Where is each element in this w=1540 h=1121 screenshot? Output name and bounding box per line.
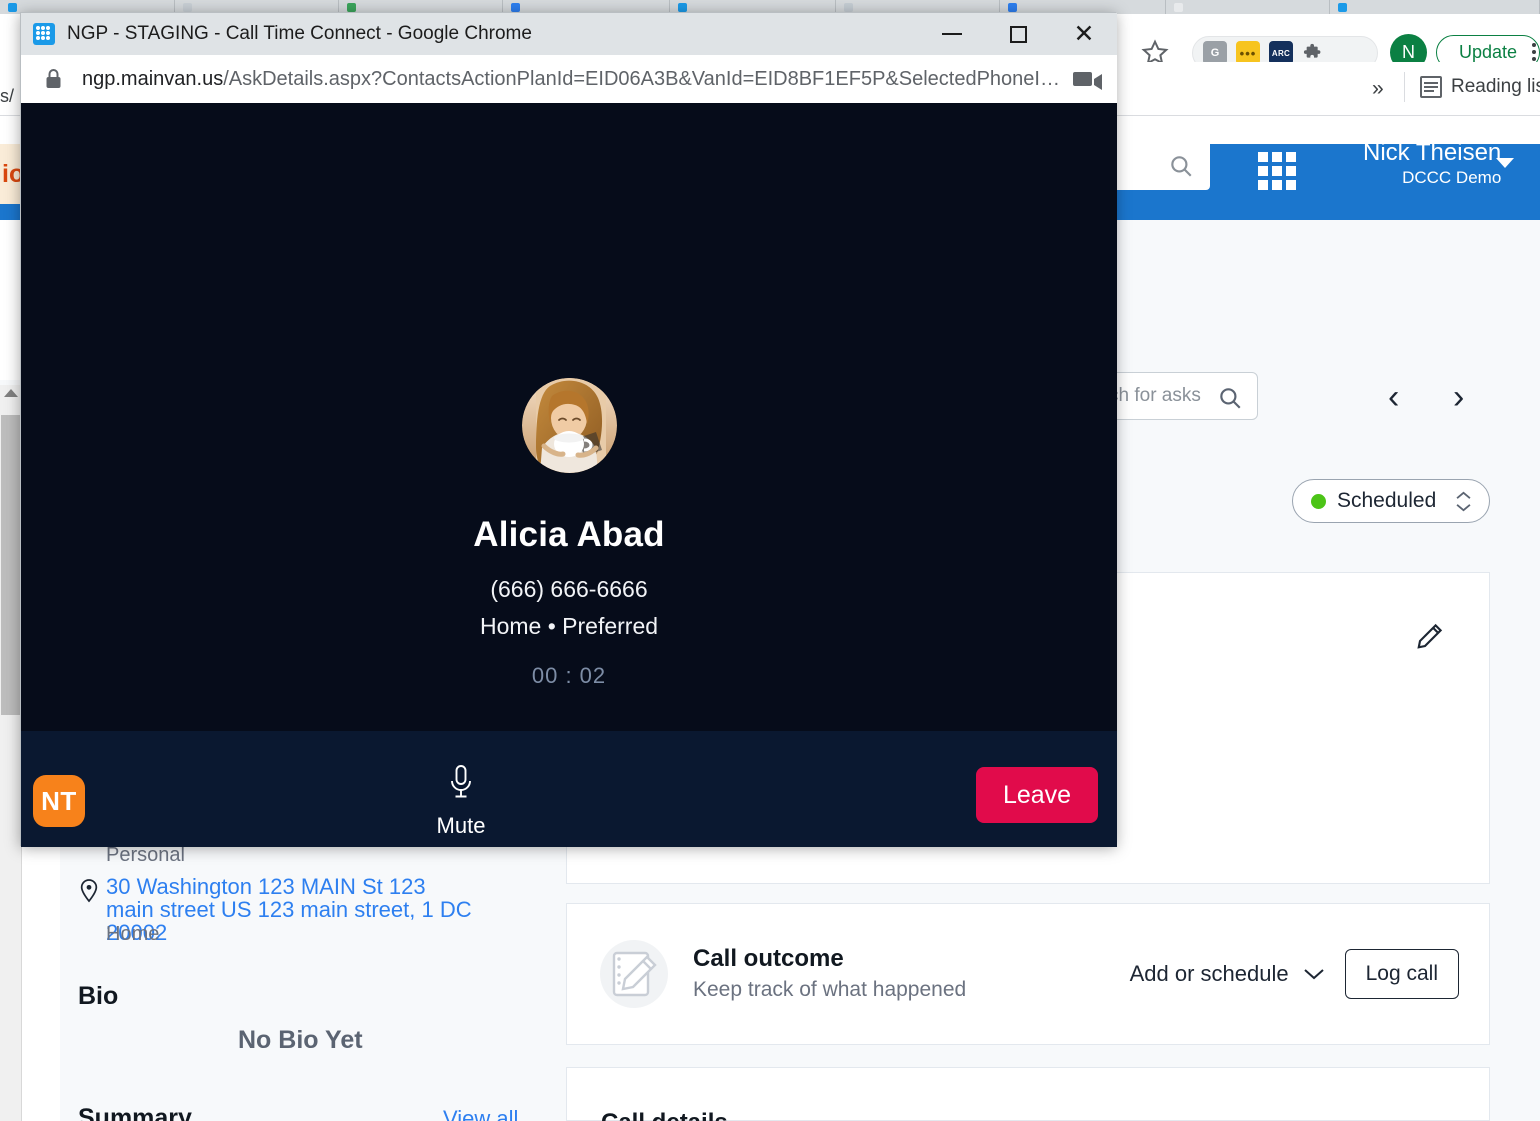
bio-heading: Bio	[78, 982, 119, 1010]
tab-favicon	[183, 3, 192, 12]
call-outcome-actions: Add or schedule Log call	[1130, 949, 1459, 999]
tab-favicon	[1174, 3, 1183, 12]
chevron-down-icon	[1303, 969, 1324, 980]
leave-button[interactable]: Leave	[976, 767, 1098, 823]
reading-list-button[interactable]: Reading lis	[1420, 76, 1540, 98]
call-outcome-card: Call outcome Keep track of what happened…	[566, 903, 1490, 1045]
call-outcome-subtitle: Keep track of what happened	[693, 978, 967, 1001]
summary-heading: Summary	[78, 1104, 192, 1121]
app-user-org: DCCC Demo	[1402, 168, 1502, 187]
screen-root: G ••• ARC N Update s/ » Reading lis io N…	[0, 0, 1540, 1121]
app-user-menu[interactable]: Nick Theisen DCCC Demo	[1363, 139, 1501, 189]
url-domain: ngp.mainvan.us	[82, 67, 224, 90]
search-icon	[1220, 388, 1241, 409]
popup-window-title: NGP - STAGING - Call Time Connect - Goog…	[67, 23, 532, 44]
scroll-up-arrow-icon[interactable]	[4, 389, 18, 397]
avatar[interactable]: NT	[33, 775, 85, 827]
status-stepper-icon[interactable]	[1456, 491, 1471, 512]
call-phone-meta: Home • Preferred	[479, 613, 659, 639]
contact-address-link[interactable]: 30 Washington 123 MAIN St 123 main stree…	[106, 875, 476, 944]
call-details-title: Call details	[601, 1109, 728, 1121]
minimize-button[interactable]	[919, 13, 985, 55]
lock-icon	[46, 69, 61, 88]
window-controls: ✕	[919, 13, 1117, 55]
call-panel: Alicia Abad (666) 666-6666 Home • Prefer…	[21, 103, 1117, 847]
call-outcome-title: Call outcome	[693, 945, 844, 972]
personal-label: Personal	[106, 844, 185, 866]
mute-button[interactable]: Mute	[418, 763, 504, 839]
maximize-button[interactable]	[985, 13, 1051, 55]
reading-list-label: Reading lis	[1451, 76, 1540, 97]
reading-list-icon	[1420, 76, 1442, 98]
tab-favicon	[1008, 3, 1017, 12]
call-contact-name: Alicia Abad	[473, 515, 665, 554]
tab-favicon	[678, 3, 687, 12]
scrollbar-thumb[interactable]	[1, 415, 21, 715]
location-pin-icon	[80, 879, 98, 903]
tab-favicon	[8, 3, 17, 12]
call-timer: 00 : 02	[531, 663, 607, 688]
chevron-down-icon[interactable]	[1496, 158, 1514, 168]
asks-search-input[interactable]: ch for asks	[1098, 372, 1258, 420]
tab-favicon	[1338, 3, 1347, 12]
url-path: /AskDetails.aspx?ContactsActionPlanId=EI…	[223, 67, 1060, 90]
bookmarks-overflow-icon[interactable]: »	[1372, 77, 1384, 101]
background-tab[interactable]	[1330, 0, 1540, 14]
log-call-button[interactable]: Log call	[1344, 949, 1459, 999]
call-phone-number: (666) 666-6666	[490, 576, 648, 602]
contact-avatar	[521, 378, 617, 473]
mute-label: Mute	[436, 813, 486, 838]
close-button[interactable]: ✕	[1051, 13, 1117, 55]
previous-ask-button[interactable]: ‹	[1388, 378, 1399, 417]
page-scrollbar[interactable]	[0, 385, 22, 1121]
bio-empty-state: No Bio Yet	[238, 1026, 363, 1054]
asks-search-placeholder: ch for asks	[1109, 385, 1201, 406]
popup-url-bar[interactable]: ngp.mainvan.us/AskDetails.aspx?ContactsA…	[21, 55, 1117, 103]
call-stage: Alicia Abad (666) 666-6666 Home • Prefer…	[21, 103, 1117, 731]
tab-favicon	[511, 3, 520, 12]
notepad-pencil-icon	[597, 937, 671, 1011]
pencil-edit-icon[interactable]	[1415, 621, 1445, 651]
ngp-app-favicon	[33, 23, 55, 45]
video-camera-icon[interactable]	[1073, 68, 1103, 90]
next-ask-button[interactable]: ›	[1453, 378, 1464, 417]
status-badge[interactable]: Scheduled	[1292, 479, 1490, 523]
summary-view-all-link[interactable]: View all	[443, 1106, 518, 1121]
url-fragment-text: s/	[0, 86, 15, 106]
bookmarks-separator	[1404, 72, 1405, 102]
add-or-schedule-dropdown[interactable]: Add or schedule	[1130, 961, 1325, 987]
search-icon	[1171, 156, 1192, 177]
address-type-label: Home	[106, 923, 160, 945]
call-toolbar: NT Mute Leave	[21, 731, 1117, 847]
background-tab[interactable]	[1166, 0, 1330, 14]
tab-favicon	[347, 3, 356, 12]
call-outcome-text-block: Call outcome Keep track of what happened	[693, 943, 966, 1005]
app-user-name: Nick Theisen	[1363, 139, 1502, 166]
apps-grid-icon[interactable]	[1258, 152, 1296, 190]
status-label: Scheduled	[1337, 489, 1437, 512]
call-details-card: Call details ⌃	[566, 1067, 1490, 1121]
call-popup-window: NGP - STAGING - Call Time Connect - Goog…	[20, 12, 1117, 847]
tab-favicon	[844, 3, 853, 12]
status-dot-icon	[1311, 493, 1326, 509]
add-or-schedule-label: Add or schedule	[1129, 961, 1289, 986]
popup-title-bar[interactable]: NGP - STAGING - Call Time Connect - Goog…	[21, 13, 1117, 55]
popup-url-text: ngp.mainvan.us/AskDetails.aspx?ContactsA…	[82, 68, 1060, 91]
microphone-icon	[451, 765, 471, 798]
chevron-up-icon[interactable]: ⌃	[1421, 1114, 1441, 1121]
